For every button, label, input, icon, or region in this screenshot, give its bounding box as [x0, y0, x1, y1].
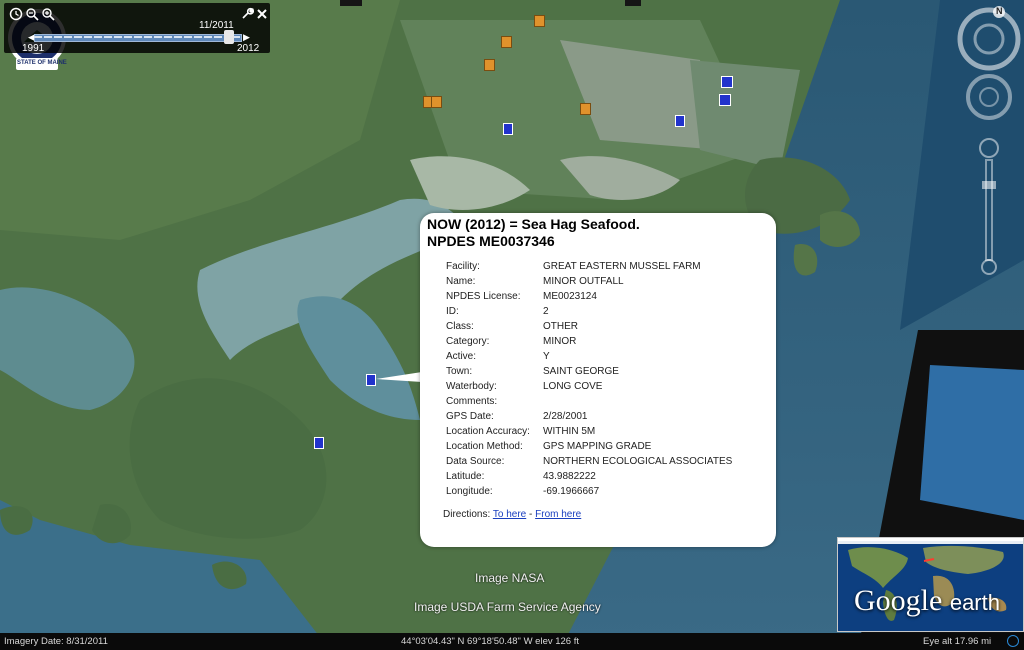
attribute-label: Comments: — [446, 396, 498, 407]
start-year-label: 1991 — [22, 43, 45, 54]
time-slider-ticks — [34, 36, 240, 38]
popup-pointer — [376, 372, 422, 382]
attribute-label: Class: — [446, 321, 474, 332]
blue-marker[interactable] — [719, 94, 731, 106]
directions-separator: - — [529, 509, 533, 520]
from-here-link[interactable]: From here — [535, 509, 581, 520]
eye-altitude: Eye alt 17.96 mi — [923, 636, 992, 647]
google-wordmark: Google — [854, 584, 943, 617]
attribute-label: Town: — [446, 366, 473, 377]
attribute-value: -69.1966667 — [543, 486, 600, 497]
placemark-info-popup: NOW (2012) = Sea Hag Seafood. NPDES ME00… — [420, 213, 776, 547]
end-year-label: 2012 — [237, 43, 260, 54]
attribute-value: 2/28/2001 — [543, 411, 588, 422]
blue-marker[interactable] — [721, 76, 733, 88]
historical-imagery-slider[interactable]: 11/2011 ◀ ▶ 1991 2012 — [4, 3, 270, 54]
status-bar: Imagery Date: 8/31/2011 44°03'04.43" N 6… — [0, 633, 1024, 650]
attribute-value: MINOR — [543, 336, 577, 347]
cursor-coordinates: 44°03'04.43" N 69°18'50.48" W elev 126 f… — [401, 636, 580, 647]
earth-wordmark: earth — [949, 590, 1000, 615]
attribute-label: Latitude: — [446, 471, 485, 482]
attribute-value: OTHER — [543, 321, 578, 332]
time-slider-thumb[interactable] — [224, 30, 234, 44]
attribution-usda: Image USDA Farm Service Agency — [414, 600, 601, 614]
attribute-label: Active: — [446, 351, 477, 362]
blue-marker[interactable] — [314, 437, 324, 449]
next-step-icon[interactable]: ▶ — [243, 32, 250, 43]
orange-marker[interactable] — [534, 15, 545, 27]
google-earth-logo: Google earth — [854, 584, 1000, 618]
orange-marker[interactable] — [580, 103, 591, 115]
blue-marker[interactable] — [366, 374, 376, 386]
attribute-label: Location Method: — [446, 441, 523, 452]
attribute-value: WITHIN 5M — [543, 426, 596, 437]
streaming-indicator-icon — [1007, 635, 1019, 647]
attribute-value: GPS MAPPING GRADE — [543, 441, 652, 452]
attribute-label: NPDES License: — [446, 291, 521, 302]
popup-title: NOW (2012) = Sea Hag Seafood. NPDES ME00… — [427, 216, 767, 250]
attribute-label: Longitude: — [446, 486, 493, 497]
attribute-label: Waterbody: — [446, 381, 497, 392]
attribution-nasa: Image NASA — [475, 571, 545, 585]
orange-marker[interactable] — [431, 96, 442, 108]
attribute-value: 43.9882222 — [543, 471, 596, 482]
navigation-controls[interactable]: N — [956, 5, 1022, 275]
attribute-value: GREAT EASTERN MUSSEL FARM — [543, 261, 701, 272]
attribute-label: Data Source: — [446, 456, 505, 467]
to-here-link[interactable]: To here — [493, 509, 526, 520]
orange-marker[interactable] — [484, 59, 495, 71]
attribute-value: 2 — [543, 306, 549, 317]
directions-label: Directions: — [443, 509, 491, 520]
overview-map[interactable]: Google earth — [837, 537, 1024, 632]
popup-title-line2: NPDES ME0037346 — [427, 233, 555, 249]
attribute-label: Location Accuracy: — [446, 426, 530, 437]
attribute-value: SAINT GEORGE — [543, 366, 619, 377]
blue-marker[interactable] — [675, 115, 685, 127]
attribute-label: Category: — [446, 336, 490, 347]
zoom-in-icon[interactable] — [41, 7, 55, 21]
attribute-value: LONG COVE — [543, 381, 603, 392]
blue-marker[interactable] — [503, 123, 513, 135]
clock-icon[interactable] — [9, 7, 23, 21]
seal-text: STATE OF MAINE — [17, 60, 67, 66]
zoom-out-icon[interactable] — [25, 7, 39, 21]
attribute-label: ID: — [446, 306, 459, 317]
attribute-value: ME0023124 — [543, 291, 597, 302]
directions-row: Directions: To here - From here — [443, 509, 581, 520]
orange-marker[interactable] — [501, 36, 512, 48]
wrench-icon[interactable] — [240, 7, 254, 21]
close-icon[interactable] — [255, 7, 269, 21]
attribute-label: Facility: — [446, 261, 480, 272]
popup-title-line1: NOW (2012) = Sea Hag Seafood. — [427, 216, 640, 232]
attribute-label: Name: — [446, 276, 476, 287]
attribute-value: NORTHERN ECOLOGICAL ASSOCIATES — [543, 456, 733, 467]
imagery-date: Imagery Date: 8/31/2011 — [4, 636, 108, 647]
north-indicator[interactable]: N — [996, 6, 1003, 16]
attribute-value: Y — [543, 351, 550, 362]
attribute-label: GPS Date: — [446, 411, 494, 422]
attribute-value: MINOR OUTFALL — [543, 276, 624, 287]
